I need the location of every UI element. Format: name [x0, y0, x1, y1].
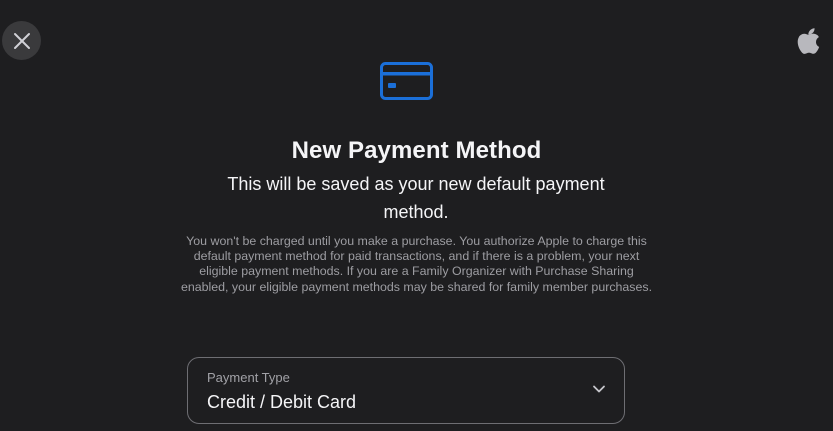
payment-type-value: Credit / Debit Card [207, 392, 357, 412]
close-button[interactable] [2, 21, 41, 60]
chevron-down-icon [593, 385, 605, 393]
credit-card-icon [380, 62, 433, 100]
disclaimer-text: You won't be charged until you make a pu… [180, 234, 653, 294]
payment-type-label: Payment Type [207, 370, 290, 385]
payment-type-select[interactable]: Payment Type Credit / Debit Card [187, 357, 625, 424]
payment-method-page: New Payment Method This will be saved as… [0, 0, 833, 431]
page-title: New Payment Method [291, 137, 542, 164]
page-subtitle: This will be saved as your new default p… [227, 174, 605, 222]
apple-logo [797, 28, 820, 54]
close-icon [13, 32, 30, 49]
